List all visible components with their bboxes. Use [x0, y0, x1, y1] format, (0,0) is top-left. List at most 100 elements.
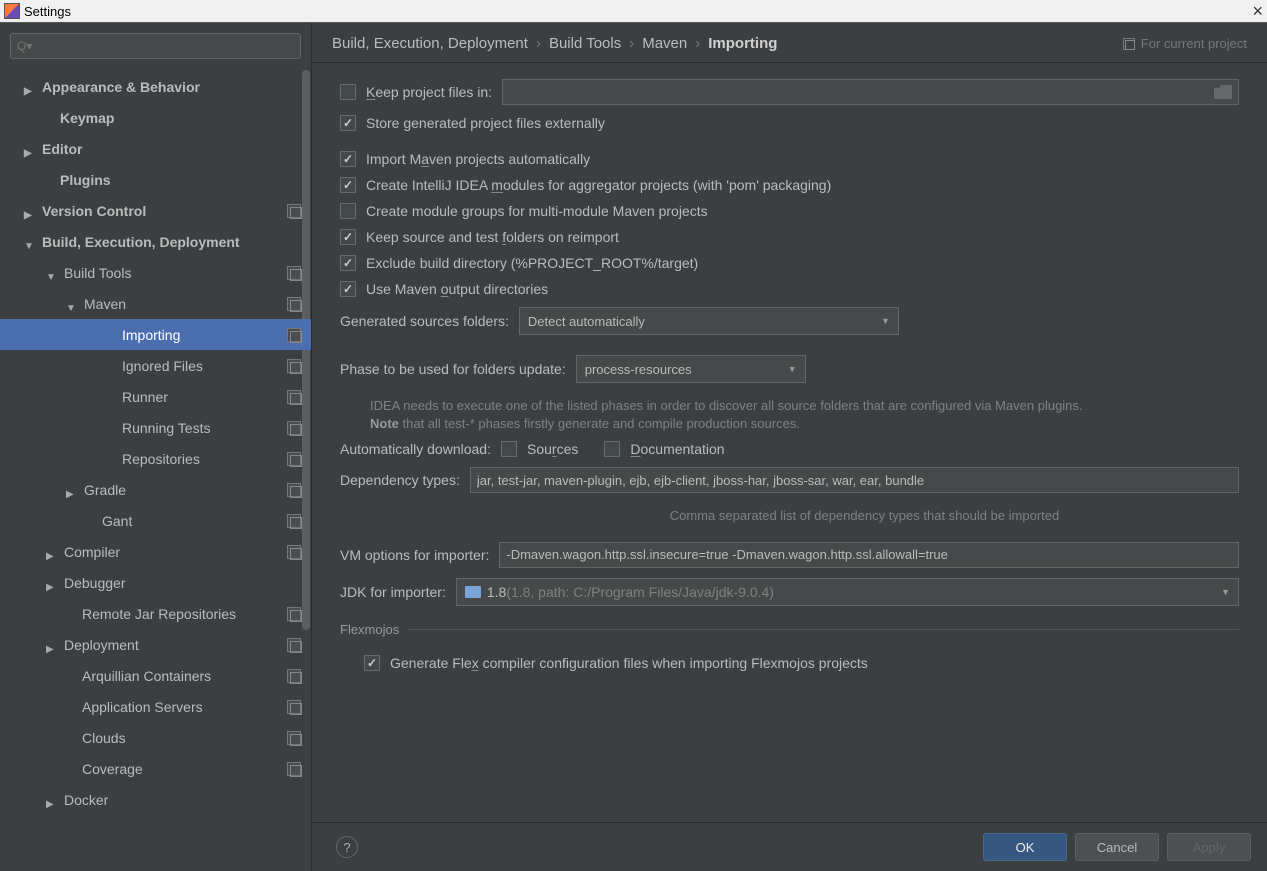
store-externally-checkbox[interactable] — [340, 115, 356, 131]
tree-item-label: Debugger — [64, 575, 126, 591]
sources-label: Sources — [527, 441, 578, 457]
tree-item-keymap[interactable]: Keymap — [0, 102, 311, 133]
tree-item-coverage[interactable]: Coverage — [0, 753, 311, 784]
chevron-right-icon[interactable] — [46, 794, 58, 806]
jdk-importer-select[interactable]: 1.8 (1.8, path: C:/Program Files/Java/jd… — [456, 578, 1239, 606]
create-modules-checkbox[interactable] — [340, 177, 356, 193]
ok-button[interactable]: OK — [983, 833, 1067, 861]
copy-icon — [287, 421, 301, 435]
close-icon[interactable]: × — [1252, 1, 1263, 22]
titlebar: Settings × — [0, 0, 1267, 22]
tree-item-maven[interactable]: Maven — [0, 288, 311, 319]
tree-item-label: Build, Execution, Deployment — [42, 234, 240, 250]
spacer — [64, 701, 76, 713]
chevron-right-icon[interactable] — [66, 484, 78, 496]
tree-item-repositories[interactable]: Repositories — [0, 443, 311, 474]
keep-project-files-checkbox[interactable] — [340, 84, 356, 100]
copy-icon — [287, 762, 301, 776]
tree-item-gant[interactable]: Gant — [0, 505, 311, 536]
documentation-checkbox[interactable] — [604, 441, 620, 457]
create-modules-label: Create IntelliJ IDEA modules for aggrega… — [366, 177, 831, 193]
chevron-down-icon[interactable] — [24, 236, 36, 248]
chevron-right-icon[interactable] — [46, 639, 58, 651]
tree-item-compiler[interactable]: Compiler — [0, 536, 311, 567]
tree-item-gradle[interactable]: Gradle — [0, 474, 311, 505]
create-module-groups-checkbox[interactable] — [340, 203, 356, 219]
tree-item-remote-jar-repositories[interactable]: Remote Jar Repositories — [0, 598, 311, 629]
spacer — [64, 732, 76, 744]
apply-button[interactable]: Apply — [1167, 833, 1251, 861]
copy-icon — [287, 266, 301, 280]
spacer — [104, 329, 116, 341]
tree-item-docker[interactable]: Docker — [0, 784, 311, 815]
tree-item-version-control[interactable]: Version Control — [0, 195, 311, 226]
tree-item-editor[interactable]: Editor — [0, 133, 311, 164]
tree-item-ignored-files[interactable]: Ignored Files — [0, 350, 311, 381]
tree-item-application-servers[interactable]: Application Servers — [0, 691, 311, 722]
spacer — [42, 112, 54, 124]
tree-item-label: Version Control — [42, 203, 146, 219]
copy-icon — [287, 514, 301, 528]
import-auto-checkbox[interactable] — [340, 151, 356, 167]
keep-project-files-path[interactable] — [502, 79, 1239, 105]
tree-item-running-tests[interactable]: Running Tests — [0, 412, 311, 443]
chevron-right-icon[interactable] — [24, 205, 36, 217]
chevron-right-icon[interactable] — [46, 577, 58, 589]
tree-item-importing[interactable]: Importing — [0, 319, 311, 350]
tree-item-runner[interactable]: Runner — [0, 381, 311, 412]
chevron-right-icon[interactable] — [24, 143, 36, 155]
spacer — [64, 763, 76, 775]
cancel-button[interactable]: Cancel — [1075, 833, 1159, 861]
dependency-types-label: Dependency types: — [340, 472, 460, 488]
help-button[interactable]: ? — [336, 836, 358, 858]
chevron-down-icon[interactable] — [46, 267, 58, 279]
chevron-right-icon[interactable] — [24, 81, 36, 93]
tree-item-clouds[interactable]: Clouds — [0, 722, 311, 753]
dependency-types-input[interactable] — [470, 467, 1239, 493]
copy-icon — [287, 204, 301, 218]
tree-item-appearance-behavior[interactable]: Appearance & Behavior — [0, 71, 311, 102]
vm-options-label: VM options for importer: — [340, 547, 489, 563]
tree-item-plugins[interactable]: Plugins — [0, 164, 311, 195]
phase-select[interactable]: process-resources — [576, 355, 806, 383]
copy-icon — [287, 483, 301, 497]
auto-download-label: Automatically download: — [340, 441, 491, 457]
spacer — [104, 391, 116, 403]
tree-item-label: Application Servers — [82, 699, 203, 715]
tree-item-label: Importing — [122, 327, 180, 343]
copy-icon — [287, 297, 301, 311]
tree-item-build-execution-deployment[interactable]: Build, Execution, Deployment — [0, 226, 311, 257]
copy-icon — [287, 638, 301, 652]
sources-checkbox[interactable] — [501, 441, 517, 457]
tree-item-label: Editor — [42, 141, 82, 157]
tree-item-arquillian-containers[interactable]: Arquillian Containers — [0, 660, 311, 691]
chevron-right-icon[interactable] — [46, 546, 58, 558]
vm-options-input[interactable] — [499, 542, 1239, 568]
keep-project-files-label: Keep project files in: — [366, 84, 492, 100]
breadcrumb-item[interactable]: Maven — [642, 35, 687, 52]
jdk-icon — [465, 586, 481, 598]
tree-item-deployment[interactable]: Deployment — [0, 629, 311, 660]
exclude-build-checkbox[interactable] — [340, 255, 356, 271]
tree-item-label: Compiler — [64, 544, 120, 560]
settings-tree[interactable]: Appearance & BehaviorKeymap Editor Plugins… — [0, 67, 311, 871]
create-module-groups-label: Create module groups for multi-module Ma… — [366, 203, 708, 219]
tree-item-build-tools[interactable]: Build Tools — [0, 257, 311, 288]
folder-icon[interactable] — [1214, 85, 1232, 99]
breadcrumb-item[interactable]: Build Tools — [549, 35, 621, 52]
search-input[interactable] — [10, 33, 301, 59]
tree-item-label: Runner — [122, 389, 168, 405]
use-output-checkbox[interactable] — [340, 281, 356, 297]
tree-item-debugger[interactable]: Debugger — [0, 567, 311, 598]
generated-sources-select[interactable]: Detect automatically — [519, 307, 899, 335]
breadcrumb-item[interactable]: Build, Execution, Deployment — [332, 35, 528, 52]
copy-icon — [287, 545, 301, 559]
settings-form: Keep project files in: Store generated p… — [312, 63, 1267, 822]
flexmojos-label: Generate Flex compiler configuration fil… — [390, 655, 868, 671]
copy-icon — [287, 607, 301, 621]
flexmojos-checkbox[interactable] — [364, 655, 380, 671]
keep-folders-checkbox[interactable] — [340, 229, 356, 245]
store-externally-label: Store generated project files externally — [366, 115, 605, 131]
chevron-down-icon[interactable] — [66, 298, 78, 310]
tree-item-label: Gant — [102, 513, 132, 529]
